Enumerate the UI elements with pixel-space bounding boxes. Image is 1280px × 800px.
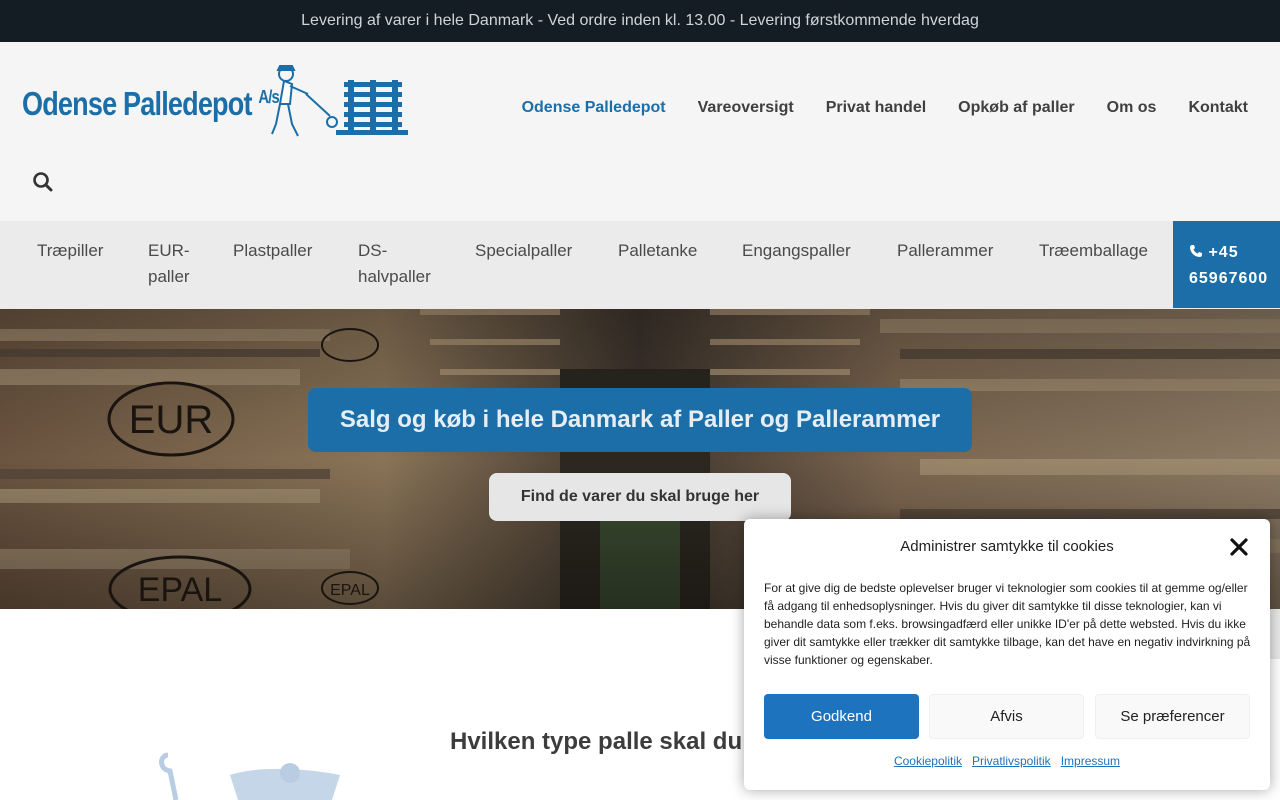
phone-icon bbox=[1190, 245, 1202, 257]
category-engangspaller[interactable]: Engangspaller bbox=[742, 238, 851, 264]
phone-number: 65967600 bbox=[1189, 270, 1269, 287]
category-traeemballage[interactable]: Træemballage bbox=[1039, 238, 1148, 264]
category-traepiller[interactable]: Træpiller bbox=[37, 238, 103, 264]
nav-kontakt[interactable]: Kontakt bbox=[1188, 99, 1248, 117]
cookie-consent-dialog: Administrer samtykke til cookies For at … bbox=[744, 519, 1270, 790]
announcement-text: Levering af varer i hele Danmark - Ved o… bbox=[301, 12, 979, 29]
side-edge-tab[interactable] bbox=[1270, 609, 1280, 659]
site-header: Odense Palledepot A/s Odense Palledepot … bbox=[0, 42, 1280, 221]
nav-opkoeb-af-paller[interactable]: Opkøb af paller bbox=[958, 99, 1074, 117]
category-palletanke[interactable]: Palletanke bbox=[618, 238, 697, 264]
impressum-link[interactable]: Impressum bbox=[1061, 754, 1120, 768]
category-navigation: Træpiller EUR-paller Plastpaller DS-halv… bbox=[0, 221, 1280, 309]
category-eur-paller[interactable]: EUR-paller bbox=[148, 238, 190, 290]
stamp-epal-small: EPAL bbox=[330, 582, 370, 599]
nav-vareoversigt[interactable]: Vareoversigt bbox=[698, 99, 794, 117]
category-specialpaller[interactable]: Specialpaller bbox=[475, 238, 572, 264]
stamp-epal-left: EPAL bbox=[138, 571, 222, 609]
cookiepolitik-link[interactable]: Cookiepolitik bbox=[894, 754, 962, 768]
site-logo[interactable]: Odense Palledepot A/s bbox=[22, 64, 412, 144]
hero-title: Salg og køb i hele Danmark af Paller og … bbox=[308, 388, 972, 452]
category-ds-halvpaller[interactable]: DS-halvpaller bbox=[358, 238, 431, 290]
find-products-button[interactable]: Find de varer du skal bruge her bbox=[489, 473, 791, 521]
logo-pallet-worker-illustration bbox=[271, 65, 408, 137]
privatlivspolitik-link[interactable]: Privatlivspolitik bbox=[972, 754, 1051, 768]
pallet-illustration bbox=[159, 752, 340, 800]
category-pallerammer[interactable]: Pallerammer bbox=[897, 238, 993, 264]
stamp-eur: EUR bbox=[129, 398, 213, 442]
cookie-policy-links: Cookiepolitik Privatlivspolitik Impressu… bbox=[744, 754, 1270, 768]
announcement-bar: Levering af varer i hele Danmark - Ved o… bbox=[0, 0, 1280, 42]
main-navigation: Odense Palledepot Vareoversigt Privat ha… bbox=[522, 99, 1248, 117]
logo-text: Odense Palledepot A/s bbox=[22, 85, 280, 122]
phone-prefix: +45 bbox=[1208, 244, 1239, 261]
nav-odense-palledepot[interactable]: Odense Palledepot bbox=[522, 99, 666, 117]
cookie-dialog-title: Administrer samtykke til cookies bbox=[900, 538, 1114, 555]
search-icon[interactable] bbox=[32, 171, 54, 193]
cookie-dialog-body: For at give dig de bedste oplevelser bru… bbox=[764, 581, 1251, 667]
nav-privat-handel[interactable]: Privat handel bbox=[826, 99, 926, 117]
section-title: Hvilken type palle skal du bbox=[450, 728, 743, 755]
deny-cookies-button[interactable]: Afvis bbox=[929, 694, 1084, 739]
view-preferences-button[interactable]: Se præferencer bbox=[1095, 694, 1250, 739]
category-plastpaller[interactable]: Plastpaller bbox=[233, 238, 312, 264]
accept-cookies-button[interactable]: Godkend bbox=[764, 694, 919, 739]
close-icon[interactable] bbox=[1230, 538, 1248, 556]
nav-om-os[interactable]: Om os bbox=[1107, 99, 1157, 117]
phone-button[interactable]: +45 65967600 bbox=[1173, 221, 1280, 308]
